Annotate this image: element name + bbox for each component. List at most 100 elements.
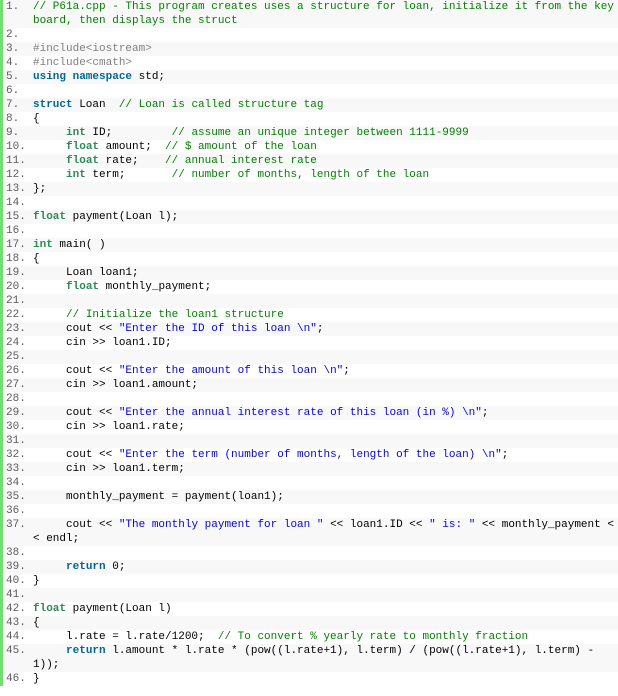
code-line: 20. float monthly_payment; <box>3 280 618 294</box>
line-text: cin >> loan1.amount; <box>33 378 618 392</box>
code-line: 9. int ID; // assume an unique integer b… <box>3 126 618 140</box>
line-number: 2. <box>6 29 20 41</box>
code-line: 23. cout << "Enter the ID of this loan \… <box>3 322 618 336</box>
code-token: } <box>33 673 40 685</box>
code-line: 3. #include<iostream> <box>3 42 618 56</box>
code-token: float <box>33 211 67 223</box>
line-text <box>33 294 618 308</box>
code-line: 16. <box>3 224 618 238</box>
code-token: cout << <box>33 519 119 531</box>
line-text: cout << "Enter the term (number of month… <box>33 448 618 462</box>
code-token: "The monthly payment for loan " <box>118 519 324 531</box>
code-line: 30. cin >> loan1.rate; <box>3 420 618 434</box>
code-token: ID; <box>85 127 172 139</box>
line-number: 15. <box>6 211 26 223</box>
code-token: "Enter the term (number of months, lengt… <box>118 449 502 461</box>
line-number: 39. <box>6 561 26 573</box>
code-line: 45. return l.amount * l.rate * (pow((l.r… <box>3 644 618 672</box>
code-token: using namespace <box>33 71 133 83</box>
line-number: 13. <box>6 183 26 195</box>
line-number: 4. <box>6 57 20 69</box>
line-number: 44. <box>6 631 26 643</box>
code-token: { <box>33 617 40 629</box>
code-token: cout << <box>33 449 119 461</box>
line-text: } <box>33 672 618 686</box>
code-token: struct <box>33 99 73 111</box>
code-token: cin >> loan1.ID; <box>33 337 172 349</box>
code-line: 25. <box>3 350 618 364</box>
code-line: 12. int term; // number of months, lengt… <box>3 168 618 182</box>
code-token: Loan loan1; <box>33 267 139 279</box>
code-line: 8. { <box>3 112 618 126</box>
line-number: 12. <box>6 169 26 181</box>
line-number: 18. <box>6 253 26 265</box>
line-text: float rate; // annual interest rate <box>33 154 618 168</box>
line-number: 41. <box>6 589 26 601</box>
line-number: 45. <box>6 645 26 657</box>
line-text <box>33 224 618 238</box>
code-line: 42. float payment(Loan l) <box>3 602 618 616</box>
line-number: 30. <box>6 421 26 433</box>
code-token: "Enter the ID of this loan \n" <box>118 323 317 335</box>
code-line: 14. <box>3 196 618 210</box>
code-line: 36. <box>3 504 618 518</box>
code-line: 46.} <box>3 672 618 686</box>
line-text: int ID; // assume an unique integer betw… <box>33 126 618 140</box>
line-number: 16. <box>6 225 26 237</box>
code-line: 10. float amount; // $ amount of the loa… <box>3 140 618 154</box>
code-line: 37. cout << "The monthly payment for loa… <box>3 518 618 546</box>
line-number: 42. <box>6 603 26 615</box>
code-line: 4. #include<cmath> <box>3 56 618 70</box>
code-line: 26. cout << "Enter the amount of this lo… <box>3 364 618 378</box>
line-text: l.rate = l.rate/1200; // To convert % ye… <box>33 630 618 644</box>
code-token: << loan1.ID << <box>323 519 430 531</box>
line-text: return l.amount * l.rate * (pow((l.rate+… <box>33 644 618 672</box>
code-token: } <box>33 575 40 587</box>
line-number: 38. <box>6 547 26 559</box>
code-token: float <box>33 603 67 615</box>
line-number: 20. <box>6 281 26 293</box>
code-token: // assume an unique integer between 1111… <box>171 127 469 139</box>
line-number: 17. <box>6 239 26 251</box>
code-line: 24. cin >> loan1.ID; <box>3 336 618 350</box>
line-number: 29. <box>6 407 26 419</box>
line-number: 11. <box>6 155 26 167</box>
code-token: amount; <box>99 141 166 153</box>
code-token: #include<iostream> <box>33 43 152 55</box>
code-token: rate; <box>99 155 166 167</box>
code-token: ; <box>481 407 489 419</box>
line-number: 5. <box>6 71 20 83</box>
code-token: // number of months, length of the loan <box>171 169 430 181</box>
code-token: 0; <box>105 561 126 573</box>
line-text: // P61a.cpp - This program creates uses … <box>33 0 618 28</box>
code-token: #include<cmath> <box>33 57 133 69</box>
line-text: cout << "Enter the annual interest rate … <box>33 406 618 420</box>
line-text: } <box>33 574 618 588</box>
line-number: 14. <box>6 197 26 209</box>
code-line: 11. float rate; // annual interest rate <box>3 154 618 168</box>
code-token: l.amount * l.rate * (pow((l.rate+1), l.t… <box>33 645 601 671</box>
line-text: #include<iostream> <box>33 42 618 56</box>
line-text: cout << "The monthly payment for loan " … <box>33 518 618 546</box>
line-number: 32. <box>6 449 26 461</box>
code-line: 2. <box>3 28 618 42</box>
line-number: 7. <box>6 99 20 111</box>
code-line: 44. l.rate = l.rate/1200; // To convert … <box>3 630 618 644</box>
code-token: int <box>66 127 86 139</box>
line-text: int main( ) <box>33 238 618 252</box>
line-number: 43. <box>6 617 26 629</box>
code-token: float <box>66 281 100 293</box>
line-text <box>33 196 618 210</box>
line-text: float payment(Loan l) <box>33 602 618 616</box>
code-token: cout << <box>33 365 119 377</box>
line-number: 19. <box>6 267 26 279</box>
line-text: }; <box>33 182 618 196</box>
code-token: cin >> loan1.amount; <box>33 379 199 391</box>
code-line: 38. <box>3 546 618 560</box>
line-text <box>33 546 618 560</box>
code-token: " is: " <box>429 519 476 531</box>
